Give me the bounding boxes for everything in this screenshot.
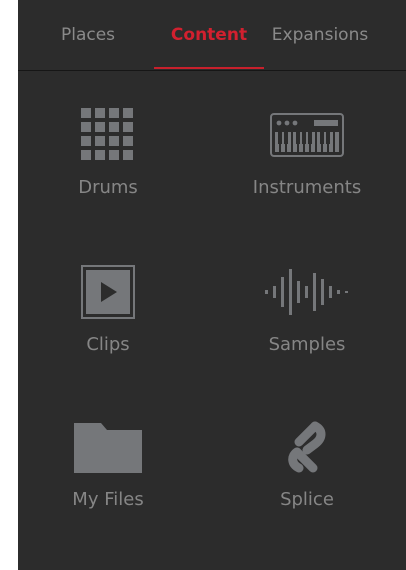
- content-item-label: Clips: [86, 334, 130, 355]
- content-item-my-files[interactable]: My Files: [28, 417, 188, 537]
- content-item-label: Instruments: [252, 177, 362, 198]
- content-item-drums[interactable]: Drums: [28, 105, 188, 225]
- active-tab-indicator: [154, 67, 264, 69]
- content-item-label: Splice: [280, 489, 334, 510]
- keyboard-synth-icon: [227, 105, 387, 165]
- waveform-icon: [227, 262, 387, 322]
- drum-pads-grid-icon: [28, 105, 188, 165]
- content-item-label: My Files: [72, 489, 144, 510]
- play-clip-icon: [28, 262, 188, 322]
- browser-tabs: Places Content Expansions: [18, 0, 406, 71]
- content-browser-panel: Places Content Expansions Drums Instrume…: [18, 0, 406, 570]
- splice-logo-icon: [227, 417, 387, 477]
- tab-content[interactable]: Content: [154, 0, 264, 70]
- content-item-instruments[interactable]: Instruments: [227, 105, 387, 225]
- tab-expansions[interactable]: Expansions: [268, 0, 372, 70]
- content-item-samples[interactable]: Samples: [227, 262, 387, 382]
- content-item-label: Drums: [78, 177, 138, 198]
- content-item-label: Samples: [268, 334, 346, 355]
- folder-icon: [28, 417, 188, 477]
- tab-places[interactable]: Places: [38, 0, 138, 70]
- content-item-clips[interactable]: Clips: [28, 262, 188, 382]
- content-item-splice[interactable]: Splice: [227, 417, 387, 537]
